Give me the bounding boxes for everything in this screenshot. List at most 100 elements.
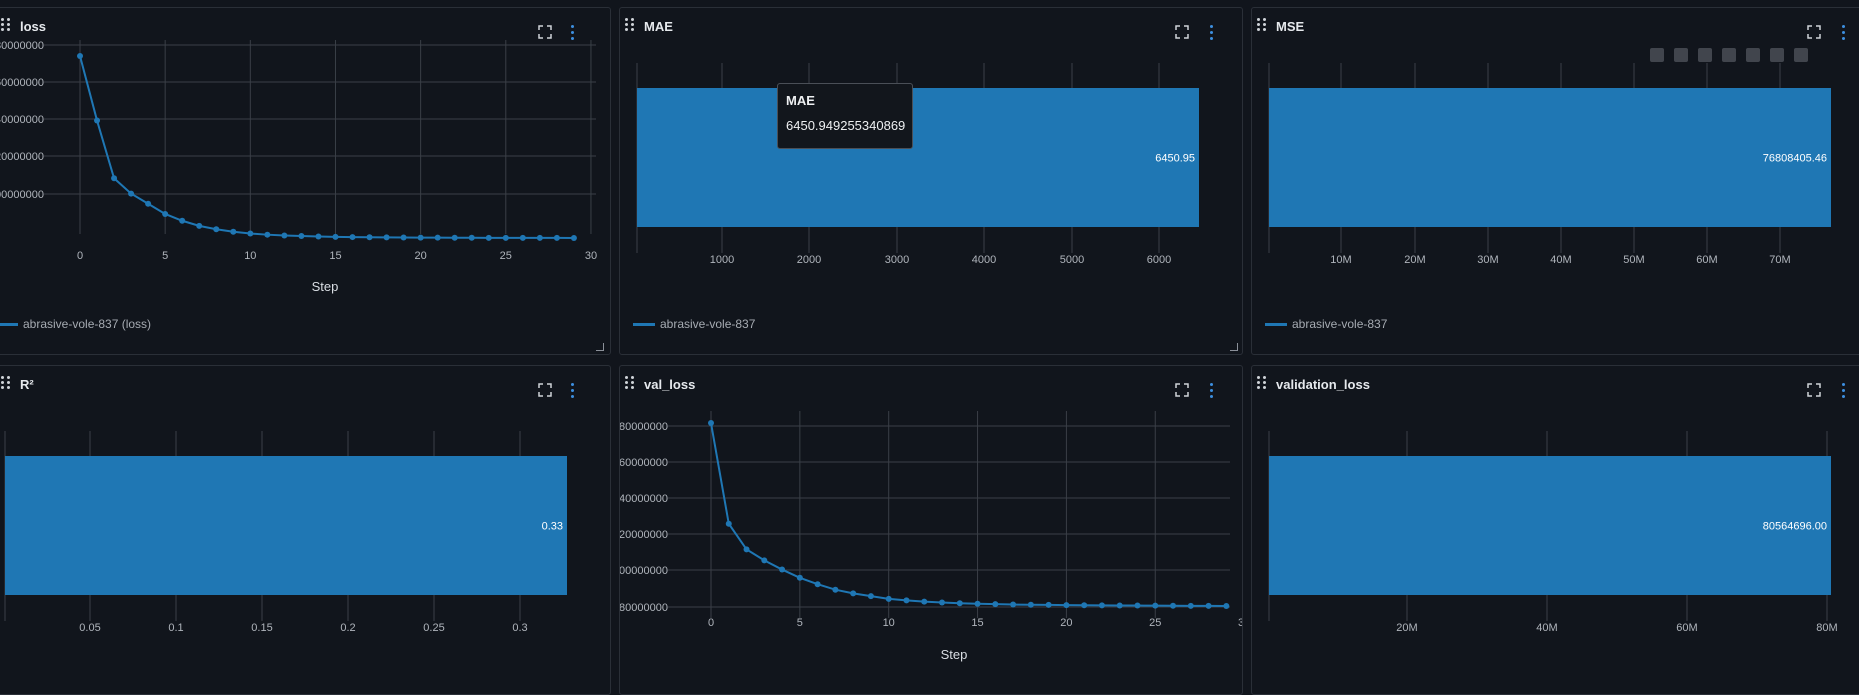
data-point — [519, 234, 526, 241]
x-tick-label: 0 — [708, 617, 714, 629]
x-tick-label: 10 — [244, 250, 256, 262]
x-tick-label: 0.2 — [340, 622, 355, 634]
x-tick-label: 15 — [971, 617, 983, 629]
data-point — [796, 574, 803, 581]
panel-mae: MAE 1000 2000 3000 4000 5000 6000 6450.95 abra… — [619, 7, 1243, 355]
x-tick-label: 0.05 — [79, 622, 100, 634]
plot-modebar[interactable] — [1650, 48, 1845, 68]
panel-r2: R² 0.05 0.1 0.15 0.2 0.25 0.3 0.33 — [0, 365, 611, 695]
chart-r2: 0.05 0.1 0.15 0.2 0.25 0.3 0.33 — [4, 431, 567, 634]
data-point — [1027, 601, 1034, 608]
data-point — [94, 117, 101, 124]
x-tick-label: 0.1 — [168, 622, 183, 634]
x-tick-label: 10 — [883, 617, 895, 629]
x-tick-label: 20M — [1404, 254, 1425, 266]
bar — [5, 456, 567, 595]
x-tick-label: 3000 — [885, 254, 909, 266]
data-point — [1010, 601, 1017, 608]
data-point — [485, 234, 492, 241]
data-point — [1045, 601, 1052, 608]
lasso-icon[interactable] — [1722, 48, 1736, 62]
x-tick-label: 40M — [1536, 622, 1557, 634]
data-point — [743, 546, 750, 553]
tooltip-value: 6450.949255340869 — [786, 118, 906, 133]
data-point — [179, 217, 186, 224]
autoscale-icon[interactable] — [1794, 48, 1808, 62]
data-point — [196, 222, 203, 229]
legend[interactable]: abrasive-vole-837 — [633, 317, 755, 331]
hover-tooltip: MAE 6450.949255340869 — [777, 83, 913, 149]
x-tick-label: 0.15 — [251, 622, 272, 634]
data-point — [264, 231, 271, 238]
data-point — [779, 566, 786, 573]
x-tick-label: 25 — [1149, 617, 1161, 629]
x-tick-label: 0.25 — [423, 622, 444, 634]
data-point — [145, 200, 152, 207]
box-select-icon[interactable] — [1698, 48, 1712, 62]
bar — [1269, 88, 1831, 227]
panel-validation-loss: validation_loss 20M 40M 60M 80M 80564696.00 — [1251, 365, 1859, 695]
data-point — [315, 233, 322, 240]
zoom-in-icon[interactable] — [1746, 48, 1760, 62]
data-point — [434, 234, 441, 241]
resize-handle-icon[interactable] — [596, 343, 604, 351]
x-tick-label: 5 — [162, 250, 168, 262]
chart-val-loss: 0 5 10 15 20 25 30 180000000 160000000 140000000 1… — [620, 411, 1243, 662]
chart-validation-loss: 20M 40M 60M 80M 80564696.00 — [1268, 431, 1838, 634]
data-point — [247, 230, 254, 237]
data-point — [128, 190, 135, 197]
data-point — [761, 557, 768, 564]
data-point — [1152, 602, 1159, 609]
data-point — [725, 520, 732, 527]
x-tick-label: 2000 — [797, 254, 821, 266]
resize-handle-icon[interactable] — [1230, 343, 1238, 351]
data-point — [708, 420, 714, 426]
data-point — [400, 234, 407, 241]
zoom-icon[interactable] — [1650, 48, 1664, 62]
y-tick-label: 140000000 — [620, 493, 668, 505]
data-point — [814, 581, 821, 588]
x-tick-label: 25 — [500, 250, 512, 262]
bar-value-label: 6450.95 — [1155, 153, 1195, 165]
data-point — [1134, 602, 1141, 609]
data-point — [974, 600, 981, 607]
data-point — [921, 598, 928, 605]
legend-label: abrasive-vole-837 (loss) — [23, 317, 152, 331]
x-tick-label: 30M — [1477, 254, 1498, 266]
data-point — [111, 175, 118, 182]
x-axis-label: Step — [312, 279, 339, 294]
y-tick-label: 100000000 — [620, 565, 668, 577]
data-point — [77, 53, 83, 59]
chart-loss: 0 5 10 15 20 25 30 180000000 160000000 140000000 1… — [0, 40, 597, 294]
chart-mae: 1000 2000 3000 4000 5000 6000 6450.95 — [636, 63, 1199, 266]
x-tick-label: 40M — [1550, 254, 1571, 266]
data-point — [1063, 602, 1070, 609]
x-tick-label: 50M — [1623, 254, 1644, 266]
x-tick-label: 6000 — [1147, 254, 1171, 266]
y-tick-label: 80000000 — [620, 602, 668, 614]
panel-val-loss: val_loss 0510152025301800000001600000001… — [619, 365, 1243, 695]
legend[interactable]: abrasive-vole-837 (loss) — [0, 317, 151, 331]
y-tick-label: 120000000 — [620, 529, 668, 541]
x-tick-label: 80M — [1816, 622, 1837, 634]
legend[interactable]: abrasive-vole-837 — [1265, 317, 1387, 331]
x-tick-label: 60M — [1676, 622, 1697, 634]
data-point — [1116, 602, 1123, 609]
y-tick-label: 100000000 — [0, 189, 44, 201]
x-tick-label: 0 — [77, 250, 83, 262]
bar-value-label: 80564696.00 — [1763, 521, 1827, 533]
bar-value-label: 0.33 — [542, 521, 563, 533]
y-tick-label: 140000000 — [0, 114, 44, 126]
x-tick-label: 10M — [1330, 254, 1351, 266]
x-tick-label: 20 — [1060, 617, 1072, 629]
pan-icon[interactable] — [1674, 48, 1688, 62]
data-point — [850, 590, 857, 597]
data-point — [1170, 602, 1177, 609]
x-tick-label: 30 — [585, 250, 597, 262]
y-tick-label: 180000000 — [0, 40, 44, 52]
x-tick-label: 30 — [1238, 617, 1243, 629]
x-tick-label: 5 — [797, 617, 803, 629]
bar-value-label: 76808405.46 — [1763, 153, 1827, 165]
x-tick-label: 20M — [1396, 622, 1417, 634]
zoom-out-icon[interactable] — [1770, 48, 1784, 62]
